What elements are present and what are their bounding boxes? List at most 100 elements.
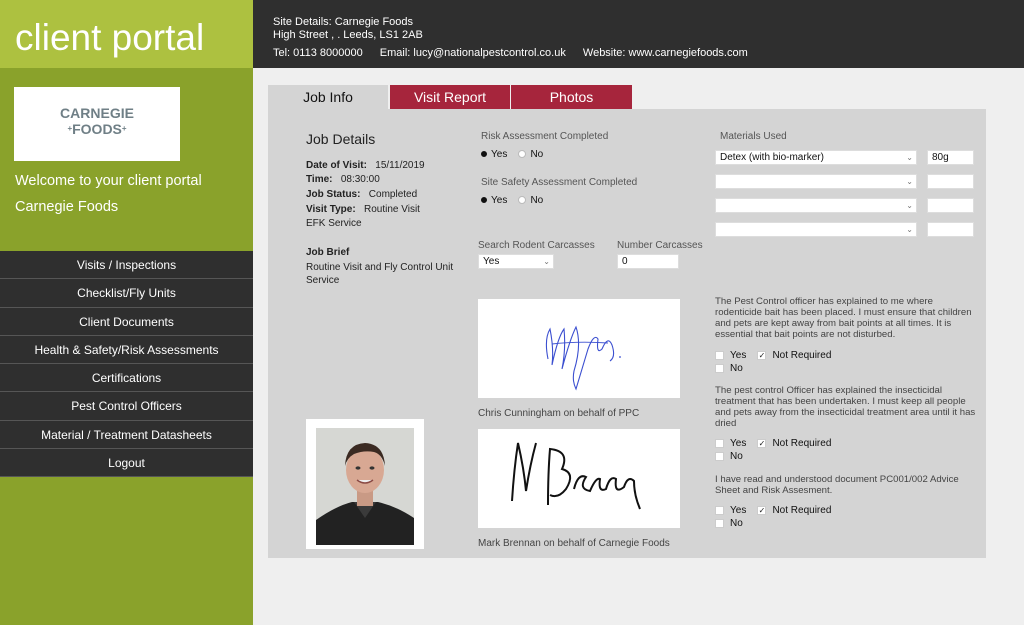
statement-3-yes-label: Yes [730,505,747,516]
statement-2-text: The pest control Officer has explained t… [715,385,976,429]
logo-star-right: + [121,124,127,133]
statement-3-no-label: No [730,518,743,529]
sidebar-nav: Visits / Inspections Checklist/Fly Units… [0,251,253,478]
visit-type: Visit Type: Routine Visit [306,204,420,215]
chevron-down-icon: ⌄ [543,257,550,266]
job-brief-line2: Service [306,275,340,286]
risk-assessment-label: Risk Assessment Completed [481,131,609,142]
statement-1-not-required-label: Not Required [772,350,832,361]
ppc-signature-image [545,325,621,391]
material-1-value: Detex (with bio-marker) [720,152,824,163]
site-address: High Street , . Leeds, LS1 2AB [273,29,423,41]
material-select-1[interactable]: Detex (with bio-marker) ⌄ [715,150,917,165]
statement-3-no-checkbox[interactable]: No [715,518,743,529]
site-header: Site Details: Carnegie Foods High Street… [253,0,1024,68]
statement-1-not-required-checkbox[interactable]: ✓ Not Required [757,350,831,361]
status-value: Completed [368,189,418,200]
officer-photo [316,428,414,545]
carcasses-count-input[interactable]: 0 [617,254,679,269]
rodent-label: Search Rodent Carcasses [478,240,595,251]
ppc-signature-caption: Chris Cunningham on behalf of PPC [478,408,640,419]
chevron-down-icon: ⌄ [906,177,913,186]
statement-1-text: The Pest Control officer has explained t… [715,296,972,340]
ppc-signature [478,299,680,398]
statement-1-no-label: No [730,363,743,374]
nav-logout[interactable]: Logout [0,449,253,478]
service-text: EFK Service [306,218,362,229]
safety-yes-radio[interactable]: Yes [481,195,507,206]
client-signature [478,429,680,528]
rodent-select-value: Yes [483,256,500,267]
visit-type-label: Visit Type: [306,204,356,215]
job-brief-line1: Routine Visit and Fly Control Unit [306,262,454,273]
officer-portrait-image [316,428,414,545]
client-signature-image [511,442,641,510]
nav-checklist[interactable]: Checklist/Fly Units [0,279,253,308]
risk-yes-label: Yes [491,149,508,160]
statement-1-no-checkbox[interactable]: No [715,363,743,374]
tab-photos[interactable]: Photos [511,85,632,109]
statement-2-yes-label: Yes [730,438,747,449]
material-qty-3[interactable] [927,198,974,213]
statement-2-not-required-label: Not Required [772,438,832,449]
time-value: 08:30:00 [340,174,380,185]
material-select-4[interactable]: ⌄ [715,222,917,237]
email-text: Email: lucy@nationalpestcontrol.co.uk [379,47,566,59]
site-safety-radios: Yes No [481,195,543,206]
visit-type-value: Routine Visit [364,204,420,215]
nav-visits[interactable]: Visits / Inspections [0,251,253,280]
statement-2-not-required-checkbox[interactable]: ✓ Not Required [757,438,831,449]
material-qty-1[interactable]: 80g [927,150,974,165]
brand-title: client portal [0,0,253,68]
safety-no-radio[interactable]: No [518,195,543,206]
risk-yes-radio[interactable]: Yes [481,149,507,160]
date-of-visit: Date of Visit: 15/11/2019 [306,160,425,171]
client-signature-caption: Mark Brennan on behalf of Carnegie Foods [478,538,670,549]
sidebar: client portal CARNEGIE +FOODS+ Welcome t… [0,0,253,625]
logo-line2: FOODS [72,121,122,137]
risk-no-radio[interactable]: No [518,149,543,160]
safety-yes-label: Yes [491,195,508,206]
statement-3-options: Yes ✓ Not Required [715,505,831,516]
nav-datasheets[interactable]: Material / Treatment Datasheets [0,420,253,450]
statement-3-text: I have read and understood document PC00… [715,474,959,496]
logo-line1: CARNEGIE [60,105,134,121]
nav-health-safety[interactable]: Health & Safety/Risk Assessments [0,335,253,365]
material-qty-2[interactable] [927,174,974,189]
risk-assessment-radios: Yes No [481,149,543,160]
statement-3-yes-checkbox[interactable]: Yes [715,505,746,516]
material-select-3[interactable]: ⌄ [715,198,917,213]
website-text: Website: www.carnegiefoods.com [582,47,748,59]
statement-2-options: Yes ✓ Not Required [715,438,831,449]
nav-client-documents[interactable]: Client Documents [0,307,253,336]
risk-no-label: No [530,149,544,160]
client-logo: CARNEGIE +FOODS+ [14,87,180,161]
statement-1-options: Yes ✓ Not Required [715,350,831,361]
chevron-down-icon: ⌄ [906,225,913,234]
visit-time: Time: 08:30:00 [306,174,380,185]
material-select-2[interactable]: ⌄ [715,174,917,189]
chevron-down-icon: ⌄ [906,201,913,210]
time-label: Time: [306,174,333,185]
status-label: Job Status: [306,189,361,200]
carcasses-count-label: Number Carcasses [617,240,703,251]
site-details: Site Details: Carnegie Foods [273,16,414,28]
site-safety-label: Site Safety Assessment Completed [481,177,638,188]
tab-job-info[interactable]: Job Info [268,85,388,109]
tab-visit-report[interactable]: Visit Report [390,85,510,109]
client-name: Carnegie Foods [15,199,119,215]
rodent-select[interactable]: Yes ⌄ [478,254,554,269]
officer-photo-frame [306,419,424,549]
nav-certifications[interactable]: Certifications [0,364,253,393]
contact-line: Tel: 0113 8000000 Email: lucy@nationalpe… [273,47,762,59]
statement-2-yes-checkbox[interactable]: Yes [715,438,746,449]
job-info-panel: Job Details Date of Visit: 15/11/2019 Ti… [268,109,986,558]
chevron-down-icon: ⌄ [906,153,913,162]
job-brief-label: Job Brief [306,247,350,258]
nav-pest-control-officers[interactable]: Pest Control Officers [0,392,253,421]
statement-2-no-checkbox[interactable]: No [715,451,743,462]
statement-1-yes-checkbox[interactable]: Yes [715,350,746,361]
statement-3-not-required-checkbox[interactable]: ✓ Not Required [757,505,831,516]
statement-1-yes-label: Yes [730,350,747,361]
material-qty-4[interactable] [927,222,974,237]
